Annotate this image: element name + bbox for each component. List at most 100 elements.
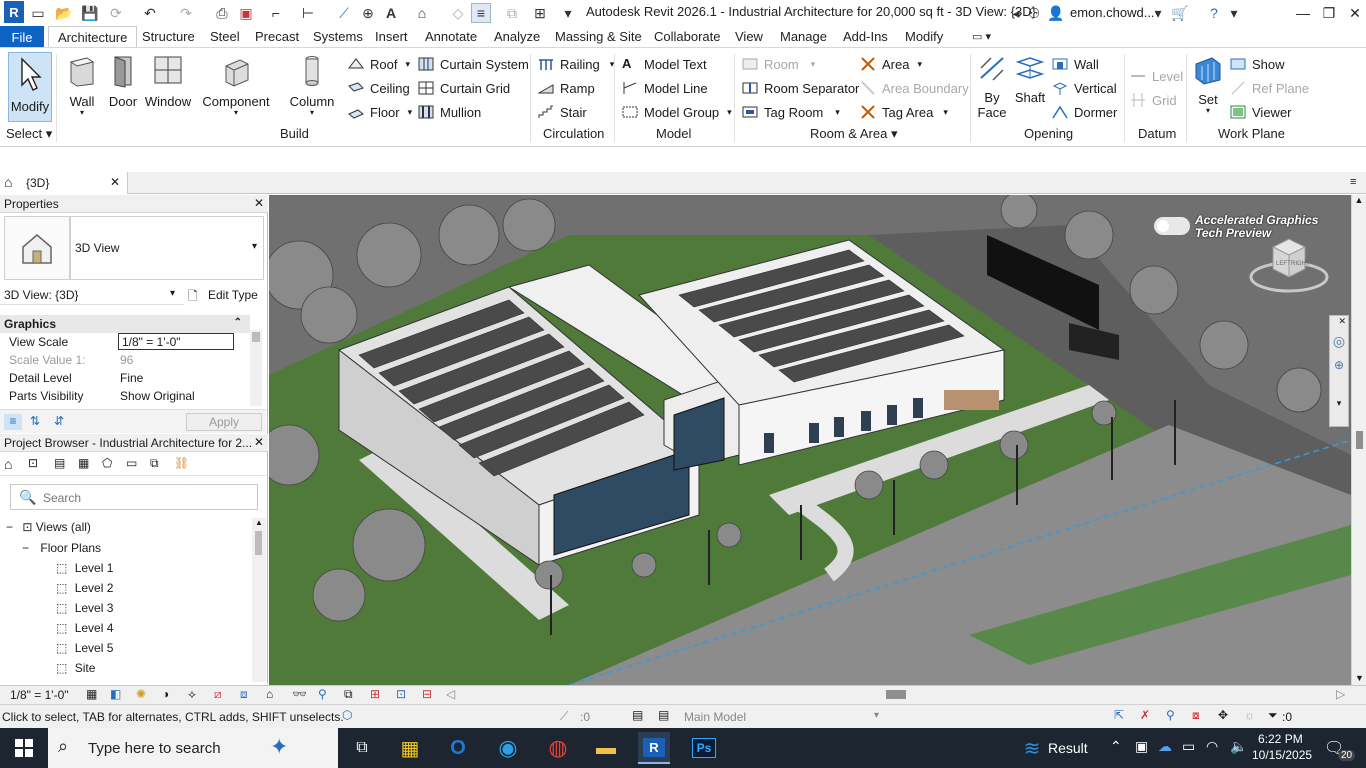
help-dropdown-icon[interactable]: ▾ [1224, 3, 1244, 23]
scroll-left-icon[interactable]: ◁ [446, 687, 455, 701]
detail-level-icon[interactable]: ▦ [86, 687, 97, 701]
tag-area-button[interactable]: Tag Area ▾ [860, 102, 948, 122]
shadows-icon[interactable]: ◑ [162, 687, 169, 701]
scroll-right-icon[interactable]: ▷ [1336, 687, 1345, 701]
floor-button[interactable]: Floor ▾ [348, 102, 412, 122]
browser-search-input[interactable]: 🔍 Search [10, 484, 258, 510]
component-button[interactable]: Component ▾ [200, 54, 272, 117]
chrome-icon[interactable]: ◍ [542, 732, 574, 764]
file-explorer-icon[interactable]: ▬ [590, 732, 622, 764]
ribbon-minimize-icon[interactable]: ▭ ▾ [972, 30, 991, 43]
tab-precast[interactable]: Precast [255, 29, 299, 44]
redo-icon[interactable]: ↷ [176, 3, 196, 23]
undo-icon[interactable]: ↶ [140, 3, 160, 23]
open-icon[interactable]: 📂 [54, 3, 74, 23]
prop-row-view-scale[interactable]: View Scale 1/8" = 1'-0" [0, 333, 250, 351]
dimension-icon[interactable]: ⊢ [298, 3, 318, 23]
wifi-icon[interactable]: ◠ [1206, 738, 1218, 755]
tab-analyze[interactable]: Analyze [494, 29, 540, 44]
thin-lines-icon[interactable]: ≡ [471, 3, 491, 23]
clock-time[interactable]: 6:22 PM [1258, 732, 1303, 746]
minimize-icon[interactable]: — [1290, 2, 1316, 24]
crop-view-icon[interactable]: ⧄ [214, 687, 222, 702]
tab-steel[interactable]: Steel [210, 29, 240, 44]
sort-icon[interactable]: ≡ [4, 414, 22, 430]
prop-row-detail-level[interactable]: Detail Level Fine [0, 369, 250, 387]
prop-value[interactable]: Show Original [120, 389, 195, 403]
tree-item-level-1[interactable]: ⬚ Level 1 [56, 561, 113, 575]
temp-hide-icon[interactable]: 👓 [292, 687, 307, 701]
worksharing-icon[interactable]: ⬡ [342, 708, 352, 722]
volume-icon[interactable]: 🔈 [1230, 738, 1247, 755]
print-icon[interactable]: ⎙ [212, 3, 232, 23]
tab-annotate[interactable]: Annotate [425, 29, 477, 44]
tag-room-button[interactable]: Tag Room ▾ [742, 102, 840, 122]
by-face-button[interactable]: By Face [974, 54, 1010, 120]
render-icon[interactable]: ⟡ [188, 687, 196, 702]
visual-style-icon[interactable]: ◧ [110, 687, 121, 701]
column-dropdown-icon[interactable]: ▾ [286, 109, 338, 117]
curtain-system-button[interactable]: Curtain System [418, 54, 529, 74]
properties-close-icon[interactable]: ✕ [254, 196, 264, 210]
tree-item-site[interactable]: ⬚ Site [56, 661, 95, 675]
zoom-icon[interactable]: ⊕ [1330, 358, 1348, 372]
show-button[interactable]: Show [1230, 54, 1285, 74]
user-name[interactable]: emon.chowd... [1070, 5, 1155, 20]
tray-chevron-icon[interactable]: ⌃ [1110, 738, 1122, 755]
tab-architecture[interactable]: Architecture [48, 26, 138, 48]
active-design-option[interactable]: Main Model [684, 710, 746, 724]
background-processes-icon[interactable]: ☼ [1244, 708, 1255, 722]
nav-bar-dropdown-icon[interactable]: ▾ [1330, 398, 1348, 409]
show-analytical-icon[interactable]: ⊞ [370, 687, 380, 701]
reveal-hidden-icon[interactable]: ⚲ [318, 687, 327, 701]
room-separator-button[interactable]: Room Separator [742, 78, 859, 98]
filter-icon[interactable]: ⏷ [1268, 708, 1278, 723]
horizontal-scroll-thumb[interactable] [886, 690, 906, 699]
design-option-dropdown-icon[interactable]: ▾ [874, 710, 879, 721]
browser-links-icon[interactable]: ⧉ [150, 456, 159, 471]
sync-icon[interactable]: ⟳ [106, 3, 126, 23]
tab-systems[interactable]: Systems [313, 29, 363, 44]
tab-modify[interactable]: Modify [905, 29, 943, 44]
select-pinned-icon[interactable]: ⚲ [1166, 708, 1175, 722]
customize-qat-icon[interactable]: ▾ [558, 3, 578, 23]
weather-icon[interactable]: ≋ [1016, 732, 1048, 764]
column-button[interactable]: Column ▾ [286, 54, 338, 117]
nav-bar-close-icon[interactable]: ✕ [1330, 316, 1348, 327]
apply-button[interactable]: Apply [186, 413, 262, 431]
close-icon[interactable]: ✕ [1342, 2, 1366, 24]
window-button[interactable]: Window [144, 54, 192, 109]
properties-scrollbar[interactable] [250, 330, 262, 406]
clock-date[interactable]: 10/15/2025 [1252, 748, 1312, 762]
component-dropdown-icon[interactable]: ▾ [200, 109, 272, 117]
tab-manage[interactable]: Manage [780, 29, 827, 44]
tree-item-level-5[interactable]: ⬚ Level 5 [56, 641, 113, 655]
edge-icon[interactable]: ◉ [492, 732, 524, 764]
vertical-button[interactable]: Vertical [1052, 78, 1117, 98]
prop-value[interactable]: Fine [120, 371, 143, 385]
curtain-grid-button[interactable]: Curtain Grid [418, 78, 510, 98]
cart-icon[interactable]: 🛒 [1170, 3, 1190, 23]
view-scale-control[interactable]: 1/8" = 1'-0" [10, 688, 69, 702]
tab-collaborate[interactable]: Collaborate [654, 29, 721, 44]
select-by-face-icon[interactable]: ⧇ [1192, 708, 1200, 723]
tree-floor-plans[interactable]: − Floor Plans [22, 541, 101, 555]
scroll-thumb[interactable] [255, 531, 262, 555]
select-underlay-icon[interactable]: ✗ [1140, 708, 1150, 722]
collapse-icon[interactable]: ⌃ [234, 317, 242, 328]
shaft-button[interactable]: Shaft [1012, 54, 1048, 105]
tag-icon[interactable]: ⟋ [334, 3, 354, 23]
tab-add-ins[interactable]: Add-Ins [843, 29, 888, 44]
collapse-minus-icon[interactable]: − [6, 520, 13, 534]
model-line-button[interactable]: Model Line [622, 78, 708, 98]
wall-opening-button[interactable]: Wall [1052, 54, 1099, 74]
browser-views-icon[interactable]: ⊡ [28, 456, 38, 470]
view-tab-close-icon[interactable]: ✕ [110, 175, 120, 189]
restore-icon[interactable]: ❐ [1316, 2, 1342, 24]
start-button[interactable] [8, 732, 40, 764]
view-tab-3d[interactable]: ⌂ {3D} ✕ [0, 172, 128, 194]
show-crop-icon[interactable]: ⧈ [240, 687, 248, 702]
tag-area-dropdown-icon[interactable]: ▾ [943, 107, 948, 118]
scroll-thumb[interactable] [252, 332, 260, 342]
prop-row-parts-visibility[interactable]: Parts Visibility Show Original [0, 387, 250, 405]
